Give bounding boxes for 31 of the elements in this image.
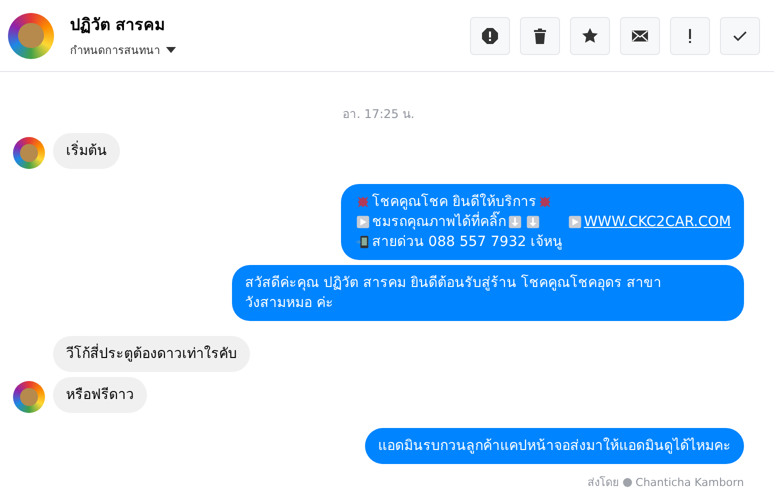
alert-icon (481, 26, 499, 44)
message-timestamp: อา. 17:25 น. (342, 106, 416, 123)
mail-button[interactable] (620, 16, 660, 54)
message-text: สวัสดีค่ะคุณ ปฏิวัต สารคม ยินดีต้อนรับสู่ร้าน โชคคูณโชคอุดร สาขา วังสามหมอ ค่ะ (245, 274, 662, 313)
play-icon (356, 215, 370, 229)
conversation-dropdown[interactable]: กำหนดการสนทนา (70, 41, 470, 59)
sent-by-label: ส่งโดย (588, 475, 619, 491)
message-text: โชคคูณโชค ยินดีให้บริการ (372, 192, 536, 211)
message-text: หรือฟรีดาว (66, 386, 134, 405)
phone-icon (356, 235, 370, 249)
website-link[interactable]: WWW.CKC2CAR.COM (584, 212, 731, 232)
trash-button[interactable] (520, 16, 560, 54)
profile-avatar (8, 12, 54, 58)
sender-dot-icon (622, 478, 632, 486)
play-icon (568, 215, 582, 229)
alert-button[interactable] (470, 16, 510, 54)
message-text: ชมรถคุณภาพได้ที่คลิ๊ก (372, 212, 506, 232)
trash-icon (531, 26, 549, 44)
exclamation-icon (688, 28, 692, 44)
caret-icon (166, 47, 176, 53)
check-button[interactable] (720, 16, 760, 54)
star-icon (581, 26, 599, 44)
message-text: สายด่วน 088 557 7932 เจ้หนู (372, 233, 563, 252)
burst-icon (538, 195, 552, 209)
message-text: วีโก้สี่ประตูต้องดาวเท่าใรคับ (66, 344, 237, 364)
message-text: แอดมินรบกวนลูกค้าแคปหน้าจอส่งมาให้แอดมินดูได้ไหมคะ (378, 436, 731, 456)
sender-name: Chanticha Kamborn (636, 476, 744, 488)
contact-name: ปฏิวัต สารคม (70, 14, 167, 36)
star-button[interactable] (570, 16, 610, 54)
burst-icon (356, 195, 370, 209)
message-text: เริ่มต้น (66, 141, 107, 161)
